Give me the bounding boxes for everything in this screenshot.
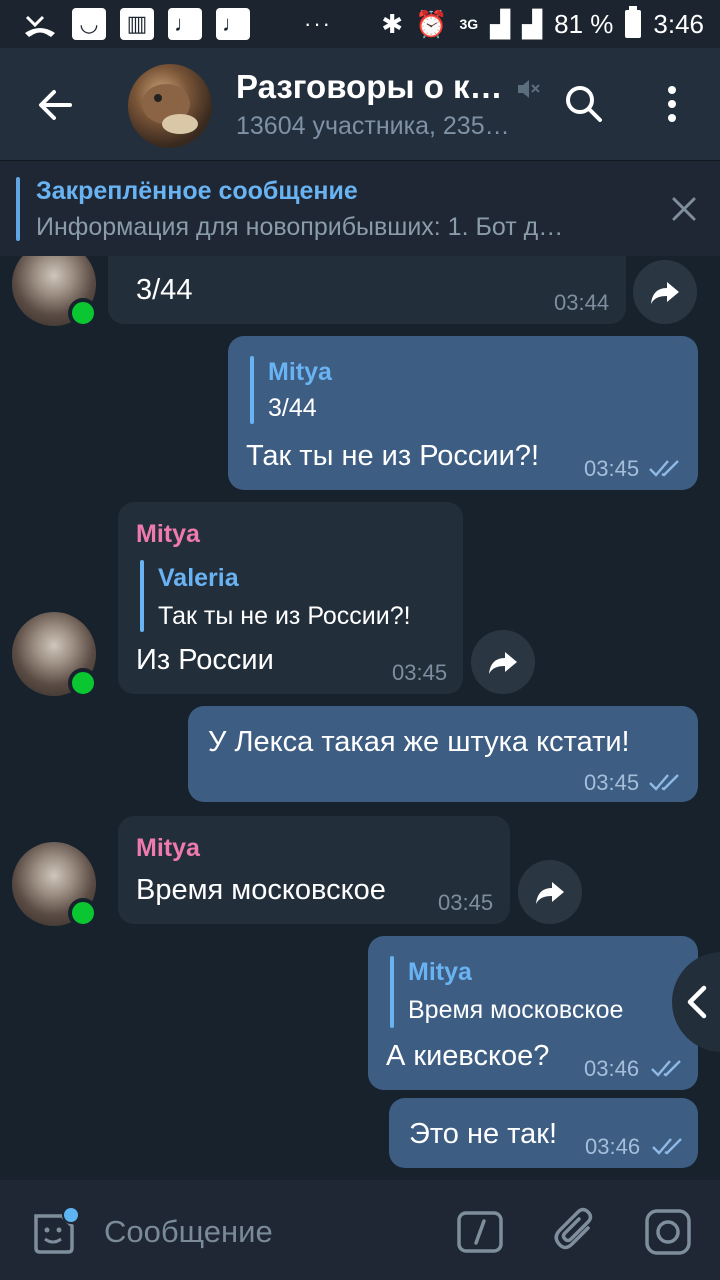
message-text: Так ты не из России?!: [246, 440, 540, 472]
message-time: 03:46: [584, 1056, 640, 1081]
pinned-text: Информация для новоприбывших: 1. Бот д…: [36, 213, 564, 241]
clock: 3:46: [653, 8, 704, 39]
camera-icon[interactable]: [644, 1208, 692, 1256]
shopping-bag-icon: ◡: [72, 8, 106, 40]
chat-header: Разговоры о к… 13604 участника, 235…: [0, 48, 720, 160]
signal-icon-2: ▟: [522, 8, 543, 39]
chat-title[interactable]: Разговоры о к…: [236, 68, 503, 106]
sender-name[interactable]: Mitya: [136, 834, 200, 863]
message-time: 03:44: [554, 290, 610, 315]
forward-button[interactable]: [471, 630, 535, 694]
reply-accent-bar: [390, 956, 394, 1028]
network-type: 3G: [459, 16, 479, 32]
music-app-icon: ♩: [168, 8, 202, 40]
message-text: Это не так!: [409, 1118, 558, 1150]
pinned-title: Закреплённое сообщение: [36, 177, 358, 205]
message-bubble[interactable]: Mitya Valeria Так ты не из России?! Из Р…: [118, 502, 463, 694]
message-bubble[interactable]: Mitya Время московское А киевское? 03:46: [368, 936, 698, 1090]
reply-text: Время московское: [408, 996, 624, 1024]
reply-text: 3/44: [268, 394, 317, 422]
piano-app-icon: ▥: [120, 8, 154, 40]
missed-call-icon: [22, 8, 58, 40]
notification-dot: [62, 1206, 80, 1224]
message-composer: Сообщение: [0, 1180, 720, 1280]
bluetooth-icon: ✱: [381, 8, 404, 39]
message-text: Время московское: [136, 874, 386, 906]
status-bar: ◡ ▥ ♩ ♩ ··· ✱ ⏰ 3G ▟ ▟ 81 % 3:46: [0, 0, 720, 48]
message-bubble[interactable]: Mitya Время московское 03:45: [118, 816, 510, 924]
muted-icon: [512, 74, 542, 104]
message-text: Из России: [136, 644, 274, 676]
reply-author: Mitya: [408, 958, 472, 986]
read-checkmarks-icon: [652, 1138, 682, 1155]
pinned-accent-bar: [16, 177, 20, 241]
chevron-left-icon: [687, 985, 707, 1019]
online-indicator: [68, 898, 98, 928]
message-bubble[interactable]: 3/44 03:44: [108, 256, 626, 324]
music-app-icon-2: ♩: [216, 8, 250, 40]
read-checkmarks-icon: [649, 774, 679, 791]
message-time: 03:45: [584, 770, 640, 795]
forward-button[interactable]: [518, 860, 582, 924]
read-checkmarks-icon: [651, 1060, 681, 1077]
more-notifications-icon: ···: [304, 11, 332, 36]
bot-commands-icon[interactable]: [456, 1208, 504, 1256]
message-time: 03:46: [585, 1134, 641, 1159]
pinned-message[interactable]: Закреплённое сообщение Информация для но…: [0, 160, 720, 256]
message-input[interactable]: Сообщение: [104, 1214, 273, 1250]
close-icon[interactable]: [668, 193, 700, 225]
signal-icon: ▟: [490, 8, 511, 39]
reply-text: Так ты не из России?!: [158, 602, 411, 630]
chat-subtitle: 13604 участника, 235…: [236, 112, 510, 140]
message-list[interactable]: 3/44 03:44 Mitya 3/44 Так ты не из Росси…: [0, 256, 720, 1180]
more-menu-icon[interactable]: [650, 80, 690, 128]
online-indicator: [68, 668, 98, 698]
sender-name[interactable]: Mitya: [136, 520, 200, 549]
message-bubble[interactable]: У Лекса такая же штука кстати! 03:45: [188, 706, 698, 802]
group-avatar[interactable]: [128, 64, 212, 148]
reply-accent-bar: [140, 560, 144, 632]
battery-icon: [625, 6, 642, 38]
attach-icon[interactable]: [552, 1206, 600, 1256]
search-icon[interactable]: [560, 80, 608, 128]
message-text: У Лекса такая же штука кстати!: [208, 726, 630, 758]
alarm-icon: ⏰: [415, 8, 448, 39]
message-text: А киевское?: [386, 1040, 550, 1072]
battery-percent: 81 %: [554, 8, 614, 39]
back-arrow-icon[interactable]: [30, 80, 80, 130]
message-bubble[interactable]: Mitya 3/44 Так ты не из России?! 03:45: [228, 336, 698, 490]
reply-author: Valeria: [158, 564, 239, 592]
forward-button[interactable]: [633, 260, 697, 324]
reply-accent-bar: [250, 356, 254, 424]
message-time: 03:45: [438, 890, 494, 915]
message-text: 3/44: [136, 274, 193, 306]
read-checkmarks-icon: [649, 460, 679, 477]
message-bubble[interactable]: Это не так! 03:46: [389, 1098, 698, 1168]
message-time: 03:45: [584, 456, 640, 481]
online-indicator: [68, 298, 98, 328]
message-time: 03:45: [392, 660, 448, 685]
reply-author: Mitya: [268, 358, 332, 386]
